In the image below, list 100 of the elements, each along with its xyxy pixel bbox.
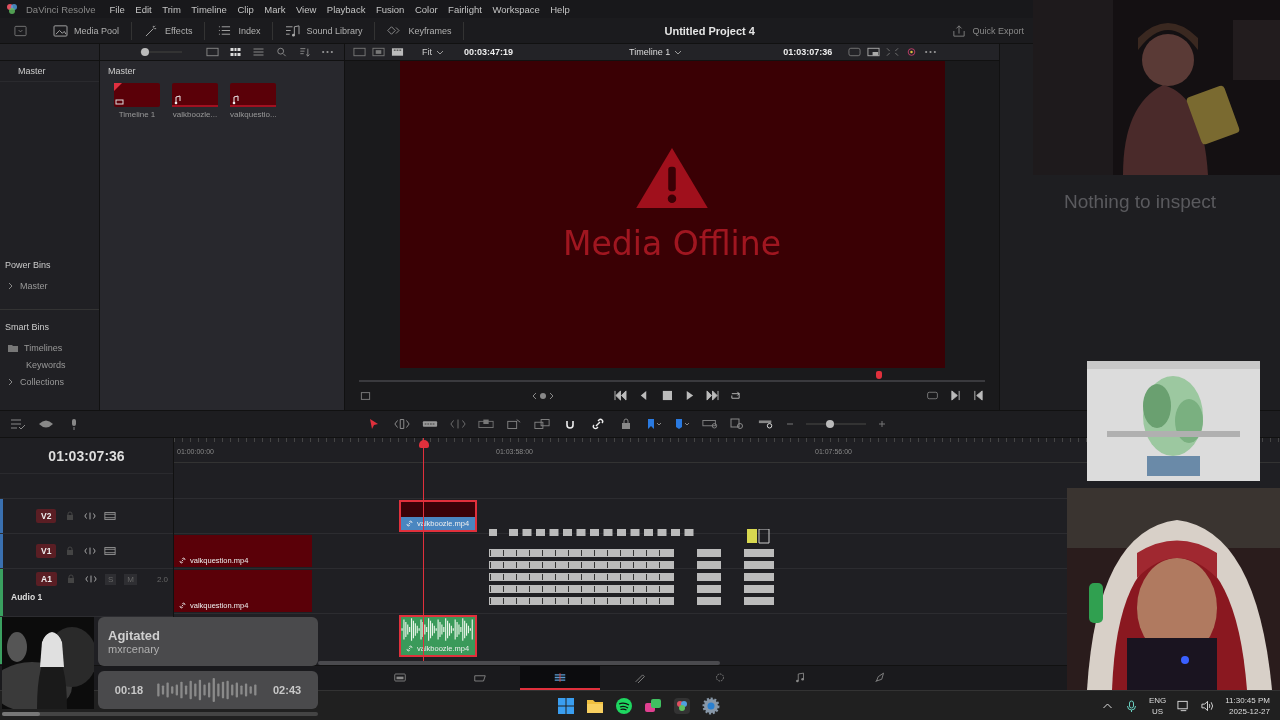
zoom-detail-icon[interactable] (730, 418, 746, 430)
film-strip-icon[interactable] (391, 47, 404, 57)
keyframe-icon (387, 24, 403, 37)
bin-label[interactable]: Timelines (24, 343, 63, 353)
skip-forward-icon[interactable] (706, 390, 719, 401)
media-clip[interactable]: valkboozle... (172, 83, 218, 119)
match-frame-icon[interactable] (926, 390, 939, 401)
toolbar-button[interactable]: Media Pool (41, 21, 133, 40)
track-label[interactable]: A1 (36, 572, 57, 586)
clock[interactable]: 11:30:45 PM 2025-12-27 (1225, 694, 1270, 717)
music-app-icon[interactable] (615, 696, 633, 715)
fit-dropdown[interactable]: Fit (422, 47, 444, 57)
link-icon (178, 556, 187, 565)
media-clip[interactable]: valkquestio... (230, 83, 277, 119)
track-label[interactable]: V2 (36, 509, 57, 523)
viewer-mode-icon[interactable] (353, 47, 366, 57)
clip-name: valkboozle... (172, 110, 218, 119)
menu-item[interactable]: Playback (326, 3, 366, 15)
film-strip-icon[interactable] (104, 546, 117, 556)
chat-app-icon[interactable] (644, 696, 662, 715)
timeline-options-icon[interactable] (10, 418, 26, 430)
settings-icon[interactable] (702, 696, 720, 715)
overwrite-clip-icon[interactable] (506, 418, 522, 430)
menu-item[interactable]: Mark (264, 3, 286, 15)
network-icon[interactable] (1177, 699, 1191, 712)
bin-label[interactable]: Collections (20, 377, 65, 387)
menu-item[interactable]: View (295, 3, 317, 15)
toolbar-button[interactable]: Keyframes (375, 21, 465, 40)
menu-item[interactable]: File (109, 3, 125, 15)
volume-icon[interactable] (1201, 699, 1215, 712)
toolbar-button[interactable]: Effects (132, 21, 206, 40)
skip-back-icon[interactable] (614, 390, 627, 401)
auto-select-icon[interactable] (84, 546, 97, 556)
app-name: DaVinci Resolve (26, 3, 96, 15)
search-icon[interactable] (275, 47, 288, 57)
video-editor-icon[interactable] (673, 696, 691, 715)
menu-item[interactable]: Trim (162, 3, 181, 15)
page-tab[interactable] (520, 666, 600, 690)
menu-item[interactable]: Clip (237, 3, 254, 15)
panel-toggle-icon[interactable] (14, 24, 27, 37)
replace-clip-icon[interactable] (534, 418, 550, 430)
flag-icon[interactable] (646, 418, 662, 430)
quick-export-button[interactable]: Quick Export (946, 23, 1030, 38)
link-icon (405, 644, 414, 653)
bin-label[interactable]: Keywords (26, 360, 66, 370)
bin-item[interactable]: Master (5, 281, 99, 291)
song-title: Agitated (108, 628, 161, 643)
timeline-name-dropdown[interactable]: Timeline 1 (629, 47, 683, 57)
link-icon[interactable] (590, 418, 606, 430)
safe-area-icon[interactable] (848, 47, 862, 57)
menu-item[interactable]: Edit (135, 3, 152, 15)
insert-clip-icon[interactable] (478, 418, 494, 430)
viewer-mode-icon[interactable] (372, 47, 385, 57)
menu-item[interactable]: Workspace (492, 3, 540, 15)
trim-icon[interactable] (394, 418, 410, 430)
folder-icon (8, 344, 18, 352)
display-icon[interactable] (867, 47, 881, 57)
bin-path: Master (108, 66, 136, 76)
zoom-in-icon[interactable] (878, 420, 886, 428)
link-icon (178, 601, 187, 610)
bin-header: Master (18, 66, 46, 76)
project-title: Untitled Project 4 (664, 24, 756, 37)
expand-icon[interactable] (8, 378, 14, 386)
eye-icon[interactable] (38, 418, 54, 430)
grid-view-icon[interactable] (229, 47, 242, 57)
previous-frame-icon[interactable] (972, 390, 985, 401)
menu-item[interactable]: Help (550, 3, 570, 15)
menu-item[interactable]: Color (414, 3, 438, 15)
jog-control-icon[interactable] (532, 390, 554, 401)
auto-select-icon[interactable] (84, 511, 97, 521)
toolbar-button[interactable]: Index (205, 21, 274, 40)
list-view-icon[interactable] (252, 47, 265, 57)
toolbar-button[interactable]: Sound Library (273, 21, 376, 40)
microphone-icon[interactable] (1124, 699, 1138, 712)
crop-icon[interactable] (359, 390, 372, 401)
stop-icon[interactable] (660, 390, 673, 401)
expand-icon[interactable] (8, 282, 14, 290)
menu-item[interactable]: Fairlight (448, 3, 482, 15)
film-strip-icon[interactable] (104, 511, 117, 521)
app-logo-icon (6, 3, 18, 15)
zoom-custom-icon[interactable] (758, 418, 774, 430)
upload-icon (952, 24, 967, 37)
language-indicator[interactable]: ENG US (1148, 694, 1167, 717)
track-label[interactable]: V1 (36, 544, 57, 558)
next-frame-icon[interactable] (949, 390, 962, 401)
menu-item[interactable]: Fusion (375, 3, 405, 15)
sort-icon[interactable] (298, 47, 311, 57)
dynamic-trim-icon[interactable] (450, 418, 466, 430)
marker-icon[interactable] (674, 418, 690, 430)
horizontal-scrollbar[interactable] (318, 661, 720, 665)
start-icon[interactable] (557, 696, 575, 715)
metadata-view-icon[interactable] (206, 47, 219, 57)
auto-select-icon[interactable] (84, 574, 97, 584)
deliver-page-icon (873, 671, 887, 683)
zoom-full-icon[interactable] (702, 418, 718, 430)
menu-item[interactable]: Timeline (191, 3, 227, 15)
blade-icon[interactable] (422, 418, 438, 430)
loop-icon[interactable] (729, 390, 742, 401)
playhead-marker[interactable] (875, 371, 882, 379)
media-clip[interactable]: Timeline 1 (114, 83, 160, 119)
